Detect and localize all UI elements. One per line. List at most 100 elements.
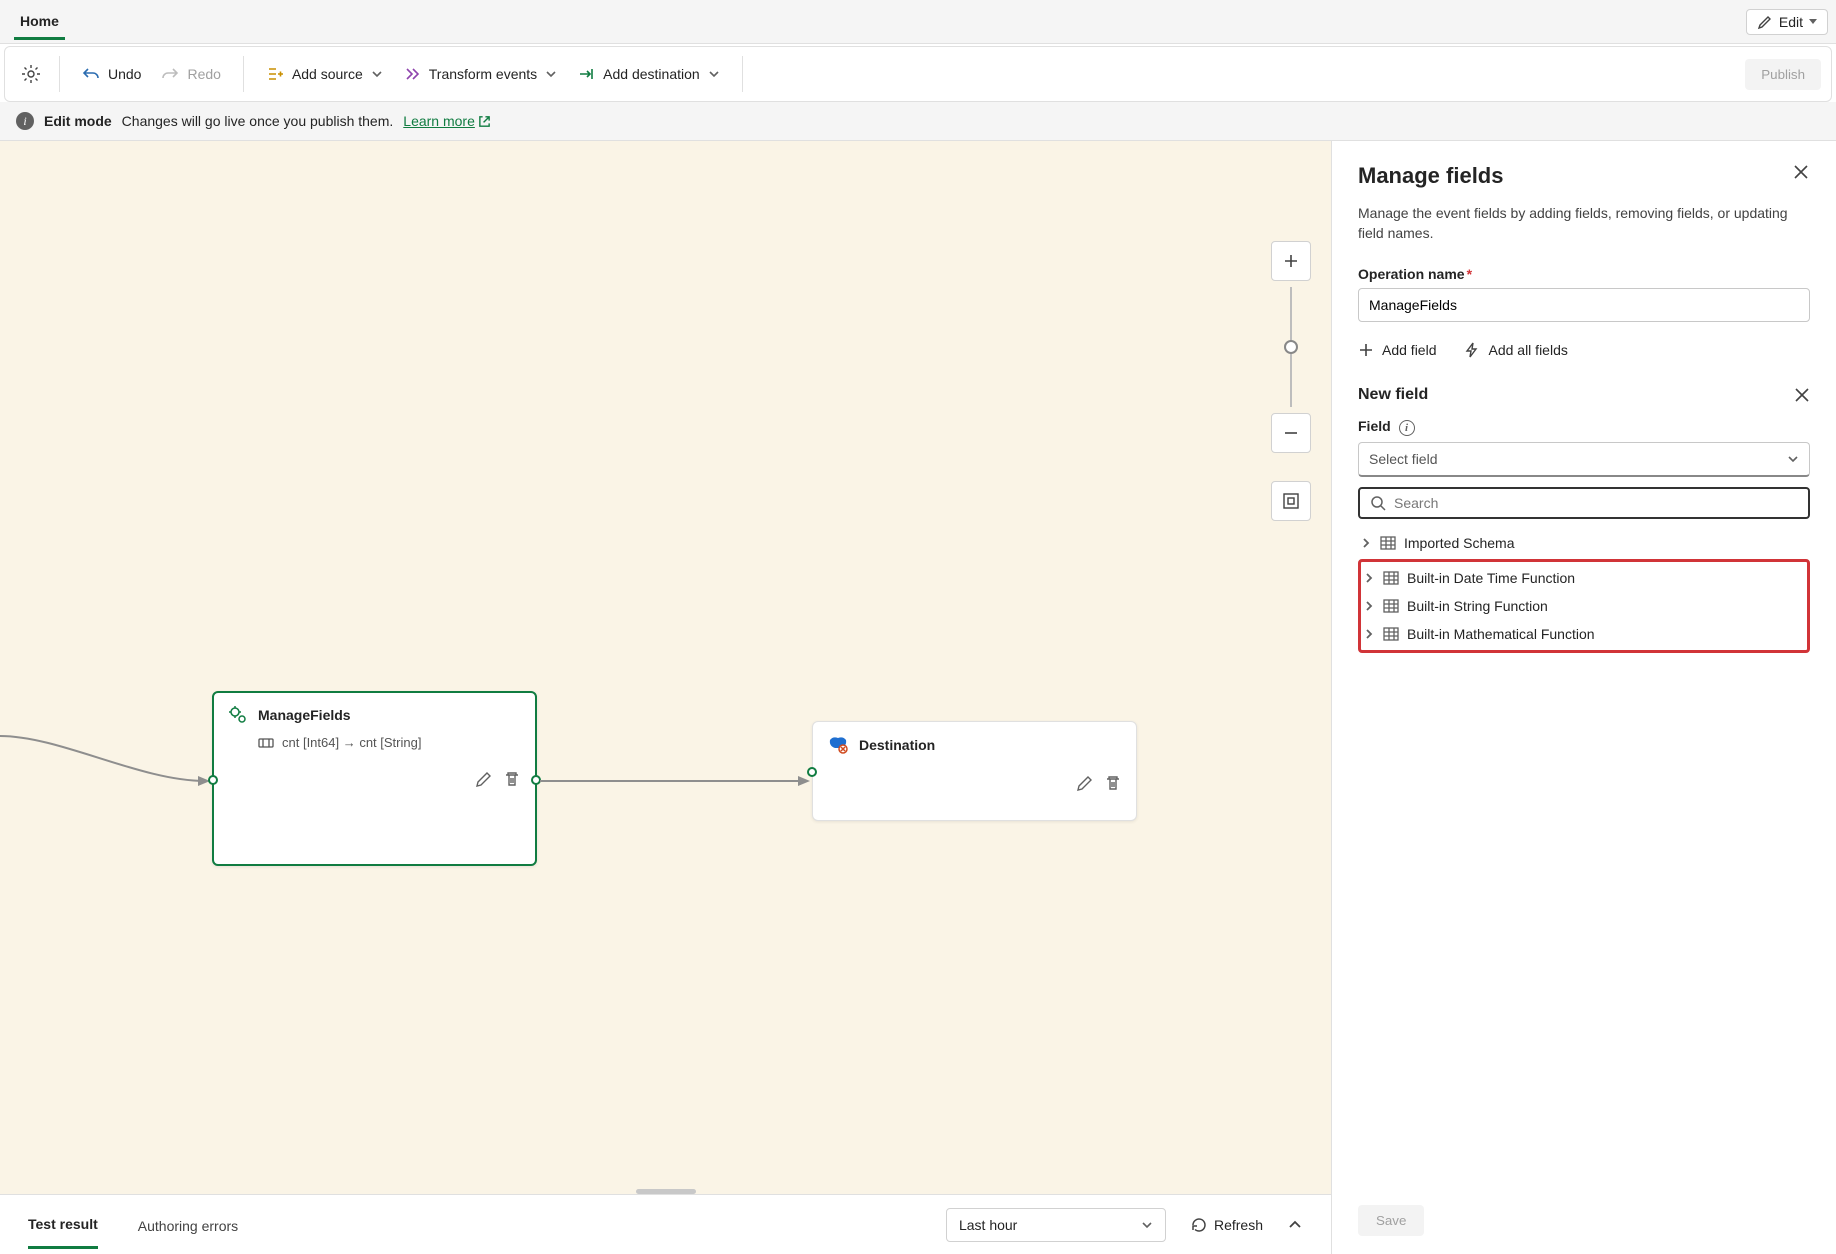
table-icon bbox=[1380, 536, 1396, 550]
fit-view-button[interactable] bbox=[1271, 481, 1311, 521]
search-input[interactable] bbox=[1394, 495, 1798, 511]
port-in[interactable] bbox=[208, 775, 218, 785]
redo-label: Redo bbox=[187, 66, 220, 82]
node-managefields[interactable]: ManageFields cnt [Int64] → cnt [String] bbox=[212, 691, 537, 866]
transform-events-button[interactable]: Transform events bbox=[393, 59, 567, 89]
redo-button[interactable]: Redo bbox=[151, 59, 230, 89]
schema-icon bbox=[258, 736, 274, 750]
plus-icon bbox=[1358, 342, 1374, 358]
collapse-button[interactable] bbox=[1287, 1217, 1303, 1233]
transform-label: Transform events bbox=[429, 66, 537, 82]
add-all-fields-button[interactable]: Add all fields bbox=[1464, 342, 1567, 358]
tree-item-datetime-fn[interactable]: Built-in Date Time Function bbox=[1361, 564, 1807, 592]
add-source-button[interactable]: Add source bbox=[256, 59, 393, 89]
add-source-icon bbox=[266, 65, 284, 83]
edit-icon[interactable] bbox=[1076, 774, 1094, 792]
search-box[interactable] bbox=[1358, 487, 1810, 519]
chevron-down-icon bbox=[1141, 1219, 1153, 1231]
refresh-label: Refresh bbox=[1214, 1217, 1263, 1233]
right-panel: Manage fields Manage the event fields by… bbox=[1331, 141, 1836, 1254]
new-field-title: New field bbox=[1358, 386, 1428, 404]
save-button[interactable]: Save bbox=[1358, 1205, 1424, 1236]
delete-icon[interactable] bbox=[503, 770, 521, 788]
add-destination-label: Add destination bbox=[603, 66, 700, 82]
close-panel-button[interactable] bbox=[1792, 163, 1810, 181]
tree-item-math-fn[interactable]: Built-in Mathematical Function bbox=[1361, 620, 1807, 648]
publish-button[interactable]: Publish bbox=[1745, 59, 1821, 90]
table-icon bbox=[1383, 627, 1399, 641]
tab-bar: Home Edit bbox=[0, 0, 1836, 44]
info-strip: i Edit mode Changes will go live once yo… bbox=[0, 102, 1836, 141]
highlighted-functions: Built-in Date Time Function Built-in Str… bbox=[1358, 559, 1810, 653]
tab-home[interactable]: Home bbox=[14, 3, 65, 40]
chevron-down-icon bbox=[371, 68, 383, 80]
tree-item-string-fn[interactable]: Built-in String Function bbox=[1361, 592, 1807, 620]
edit-dropdown[interactable]: Edit bbox=[1746, 9, 1828, 35]
node-destination[interactable]: Destination bbox=[812, 721, 1137, 821]
fit-icon bbox=[1282, 492, 1300, 510]
delete-icon[interactable] bbox=[1104, 774, 1122, 792]
table-icon bbox=[1383, 599, 1399, 613]
undo-label: Undo bbox=[108, 66, 141, 82]
learn-more-link[interactable]: Learn more bbox=[403, 113, 491, 129]
schema-text: cnt [Int64] → cnt [String] bbox=[282, 735, 421, 750]
zoom-controls bbox=[1271, 241, 1311, 521]
minus-icon bbox=[1283, 425, 1299, 441]
close-icon bbox=[1792, 163, 1810, 181]
add-all-fields-label: Add all fields bbox=[1488, 342, 1567, 358]
zoom-out-button[interactable] bbox=[1271, 413, 1311, 453]
bottom-bar: Test result Authoring errors Last hour R… bbox=[0, 1194, 1331, 1254]
tab-authoring-errors[interactable]: Authoring errors bbox=[138, 1202, 238, 1248]
external-link-icon bbox=[478, 115, 491, 128]
zoom-thumb[interactable] bbox=[1284, 340, 1298, 354]
edit-icon[interactable] bbox=[475, 770, 493, 788]
refresh-button[interactable]: Refresh bbox=[1190, 1216, 1263, 1234]
tree-label: Built-in Mathematical Function bbox=[1407, 626, 1595, 642]
panel-title: Manage fields bbox=[1358, 163, 1503, 189]
operation-name-label: Operation name* bbox=[1358, 266, 1810, 282]
tree-item-imported-schema[interactable]: Imported Schema bbox=[1358, 529, 1810, 557]
manage-fields-icon bbox=[228, 705, 248, 725]
info-icon[interactable]: i bbox=[1399, 420, 1415, 436]
edge-middle bbox=[540, 771, 820, 791]
add-field-label: Add field bbox=[1382, 342, 1436, 358]
canvas[interactable]: ManageFields cnt [Int64] → cnt [String] bbox=[0, 141, 1331, 1194]
add-destination-button[interactable]: Add destination bbox=[567, 59, 730, 89]
edge-left bbox=[0, 716, 218, 836]
node-title: ManageFields bbox=[258, 707, 351, 723]
add-field-button[interactable]: Add field bbox=[1358, 342, 1436, 358]
time-range-select[interactable]: Last hour bbox=[946, 1208, 1166, 1242]
undo-icon bbox=[82, 65, 100, 83]
zoom-in-button[interactable] bbox=[1271, 241, 1311, 281]
info-message: Changes will go live once you publish th… bbox=[122, 113, 394, 129]
search-icon bbox=[1370, 495, 1386, 511]
chevron-down-icon bbox=[545, 68, 557, 80]
operation-name-input[interactable] bbox=[1358, 288, 1810, 322]
table-icon bbox=[1383, 571, 1399, 585]
info-title: Edit mode bbox=[44, 113, 112, 129]
divider bbox=[243, 56, 244, 92]
field-select[interactable]: Select field bbox=[1358, 442, 1810, 477]
toolbar: Undo Redo Add source Transform events Ad… bbox=[4, 46, 1832, 102]
resize-handle[interactable] bbox=[636, 1189, 696, 1194]
close-newfield-button[interactable] bbox=[1794, 387, 1810, 403]
tree-label: Built-in String Function bbox=[1407, 598, 1548, 614]
schema-tree: Imported Schema Built-in Date Time Funct… bbox=[1358, 529, 1810, 653]
tree-label: Imported Schema bbox=[1404, 535, 1515, 551]
redo-icon bbox=[161, 65, 179, 83]
gear-icon bbox=[21, 64, 41, 84]
plus-icon bbox=[1283, 253, 1299, 269]
settings-button[interactable] bbox=[15, 58, 47, 90]
chevron-right-icon bbox=[1363, 572, 1375, 584]
divider bbox=[59, 56, 60, 92]
undo-button[interactable]: Undo bbox=[72, 59, 151, 89]
field-label: Field i bbox=[1358, 418, 1810, 436]
add-destination-icon bbox=[577, 65, 595, 83]
tab-test-result[interactable]: Test result bbox=[28, 1200, 98, 1249]
chevron-right-icon bbox=[1363, 600, 1375, 612]
port-in[interactable] bbox=[807, 767, 817, 777]
divider bbox=[742, 56, 743, 92]
zoom-slider[interactable] bbox=[1290, 287, 1292, 407]
chevron-right-icon bbox=[1360, 537, 1372, 549]
node-title: Destination bbox=[859, 737, 935, 753]
